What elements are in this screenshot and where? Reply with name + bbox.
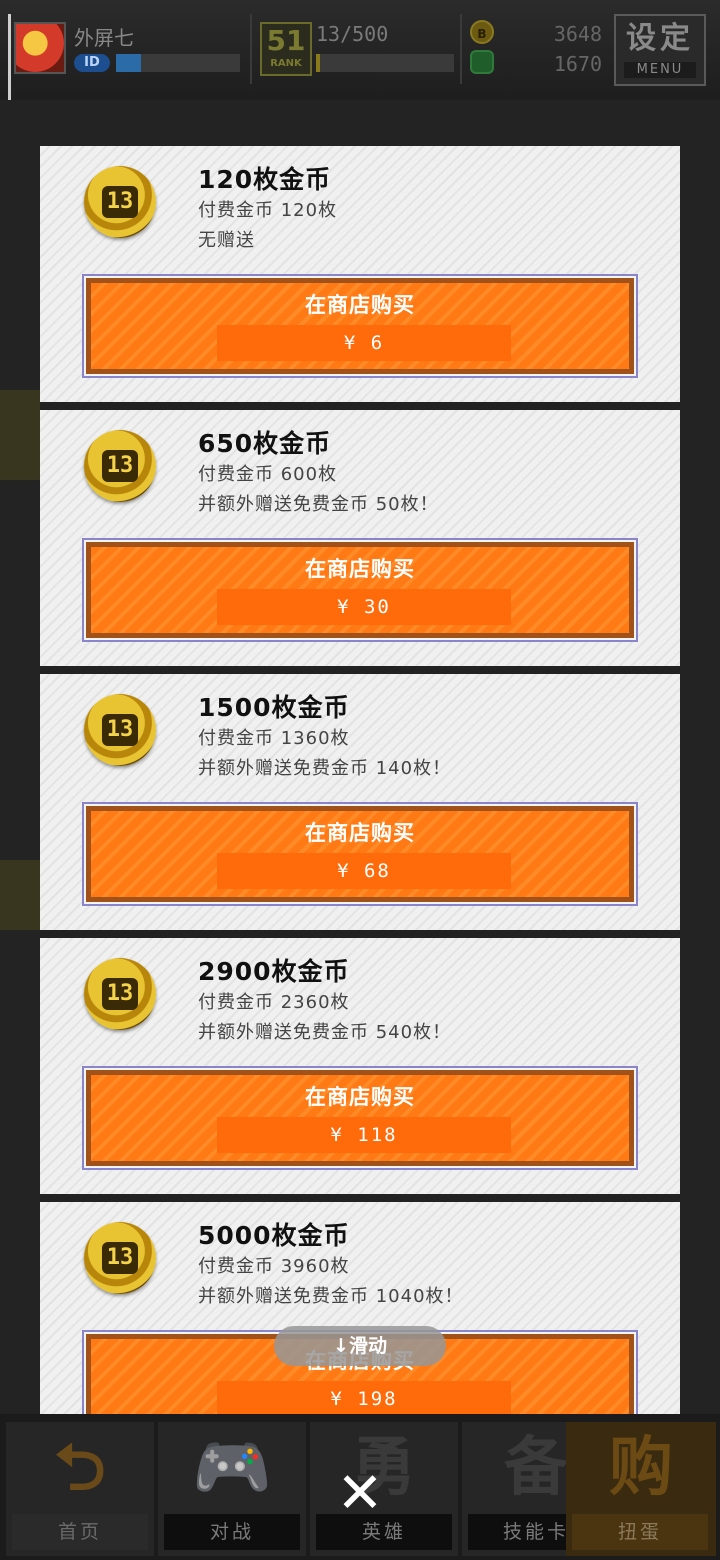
coin-pack-bonus: 无赠送: [198, 230, 255, 251]
buy-in-store-button[interactable]: 在商店购买 ¥ 68: [82, 802, 638, 906]
nav-tab-gacha[interactable]: 购 扭蛋: [566, 1422, 716, 1556]
background-decoration: [0, 860, 40, 930]
coin-pack-card: 5000枚金币 付费金币 3960枚 并额外赠送免费金币 1040枚！ 在商店购…: [40, 1202, 680, 1414]
coin-pack-paid: 付费金币 600枚: [198, 464, 338, 485]
divider: [8, 14, 11, 100]
gold-coin-amount: 3648: [553, 22, 602, 46]
coin-pack-paid: 付费金币 120枚: [198, 200, 338, 221]
rank-progress-bar: [316, 54, 454, 72]
rank-number: 51: [266, 24, 306, 57]
buy-button-face: 在商店购买 ¥ 30: [86, 542, 634, 638]
rank-progress-text: 13/500: [316, 22, 389, 46]
gold-coin-icon: [84, 1222, 156, 1294]
buy-in-store-button[interactable]: 在商店购买 ¥ 6: [82, 274, 638, 378]
coin-pack-card: 1500枚金币 付费金币 1360枚 并额外赠送免费金币 140枚！ 在商店购买…: [40, 674, 680, 930]
coin-pack-title: 2900枚金币: [198, 957, 350, 986]
gamepad-icon: 🎮: [192, 1431, 272, 1505]
coin-pack-paid: 付费金币 3960枚: [198, 1256, 350, 1277]
coin-pack-bonus: 并额外赠送免费金币 1040枚！: [198, 1286, 464, 1307]
rank-badge: 51 RANK: [260, 22, 312, 76]
background-decoration: [0, 390, 40, 480]
experience-bar: [116, 54, 240, 72]
return-arrow-icon: ⮌: [54, 1431, 106, 1505]
coin-pack-title: 1500枚金币: [198, 693, 350, 722]
buy-button-label: 在商店购买: [305, 821, 415, 845]
green-currency-icon: [470, 50, 494, 74]
price-label: ¥ 6: [217, 325, 511, 361]
coin-pack-bonus: 并额外赠送免费金币 140枚！: [198, 758, 452, 779]
buy-button-label: 在商店购买: [305, 557, 415, 581]
divider: [250, 14, 252, 84]
experience-bar-fill: [116, 54, 141, 72]
player-id-badge: ID: [74, 54, 110, 72]
coin-pack-card: 120枚金币 付费金币 120枚 无赠送 在商店购买 ¥ 6: [40, 146, 680, 402]
price-label: ¥ 198: [217, 1381, 511, 1414]
coin-pack-paid: 付费金币 2360枚: [198, 992, 350, 1013]
coin-pack-title: 650枚金币: [198, 429, 332, 458]
nav-tab-home[interactable]: ⮌ 首页: [6, 1422, 154, 1556]
coin-pack-title: 5000枚金币: [198, 1221, 350, 1250]
coin-pack-card: 650枚金币 付费金币 600枚 并额外赠送免费金币 50枚！ 在商店购买 ¥ …: [40, 410, 680, 666]
player-name: 外屏七: [74, 26, 134, 50]
price-label: ¥ 68: [217, 853, 511, 889]
coin-pack-bonus: 并额外赠送免费金币 540枚！: [198, 1022, 452, 1043]
coin-pack-title: 120枚金币: [198, 165, 332, 194]
price-label: ¥ 30: [217, 589, 511, 625]
player-avatar[interactable]: [14, 22, 66, 74]
buy-button-face: 在商店购买 ¥ 68: [86, 806, 634, 902]
divider: [460, 14, 462, 84]
top-status-bar: 外屏七 ID 51 RANK 13/500 B 3648 1670 设定 MEN…: [0, 0, 720, 100]
nav-tab-label: 首页: [12, 1514, 148, 1550]
buy-button-label: 在商店购买: [305, 293, 415, 317]
rank-label: RANK: [270, 58, 302, 69]
settings-label: 设定: [626, 21, 694, 56]
gold-coin-icon: [84, 694, 156, 766]
coin-pack-bonus: 并额外赠送免费金币 50枚！: [198, 494, 439, 515]
nav-tab-label: 扭蛋: [572, 1514, 708, 1550]
buy-button-face: 在商店购买 ¥ 6: [86, 278, 634, 374]
nav-tab-battle[interactable]: 🎮 对战: [158, 1422, 306, 1556]
price-label: ¥ 118: [217, 1117, 511, 1153]
menu-label: MENU: [624, 62, 696, 78]
close-button[interactable]: ✕: [330, 1464, 390, 1524]
buy-button-face: 在商店购买 ¥ 118: [86, 1070, 634, 1166]
gold-coin-icon: [84, 958, 156, 1030]
gold-coin-icon: B: [470, 20, 494, 44]
gold-coin-icon: [84, 430, 156, 502]
coin-pack-paid: 付费金币 1360枚: [198, 728, 350, 749]
rank-progress-fill: [316, 54, 321, 72]
coin-pack-list[interactable]: 120枚金币 付费金币 120枚 无赠送 在商店购买 ¥ 6 650枚金币 付费…: [40, 146, 680, 1414]
nav-tab-label: 对战: [164, 1514, 300, 1550]
coin-pack-card: 2900枚金币 付费金币 2360枚 并额外赠送免费金币 540枚！ 在商店购买…: [40, 938, 680, 1194]
gold-coin-icon: [84, 166, 156, 238]
gacha-icon: 购: [609, 1431, 673, 1505]
buy-button-label: 在商店购买: [305, 1085, 415, 1109]
scroll-hint: ↓滑动: [274, 1326, 446, 1366]
settings-menu-button[interactable]: 设定 MENU: [614, 14, 706, 86]
buy-in-store-button[interactable]: 在商店购买 ¥ 118: [82, 1066, 638, 1170]
green-currency-amount: 1670: [553, 52, 602, 76]
buy-in-store-button[interactable]: 在商店购买 ¥ 30: [82, 538, 638, 642]
